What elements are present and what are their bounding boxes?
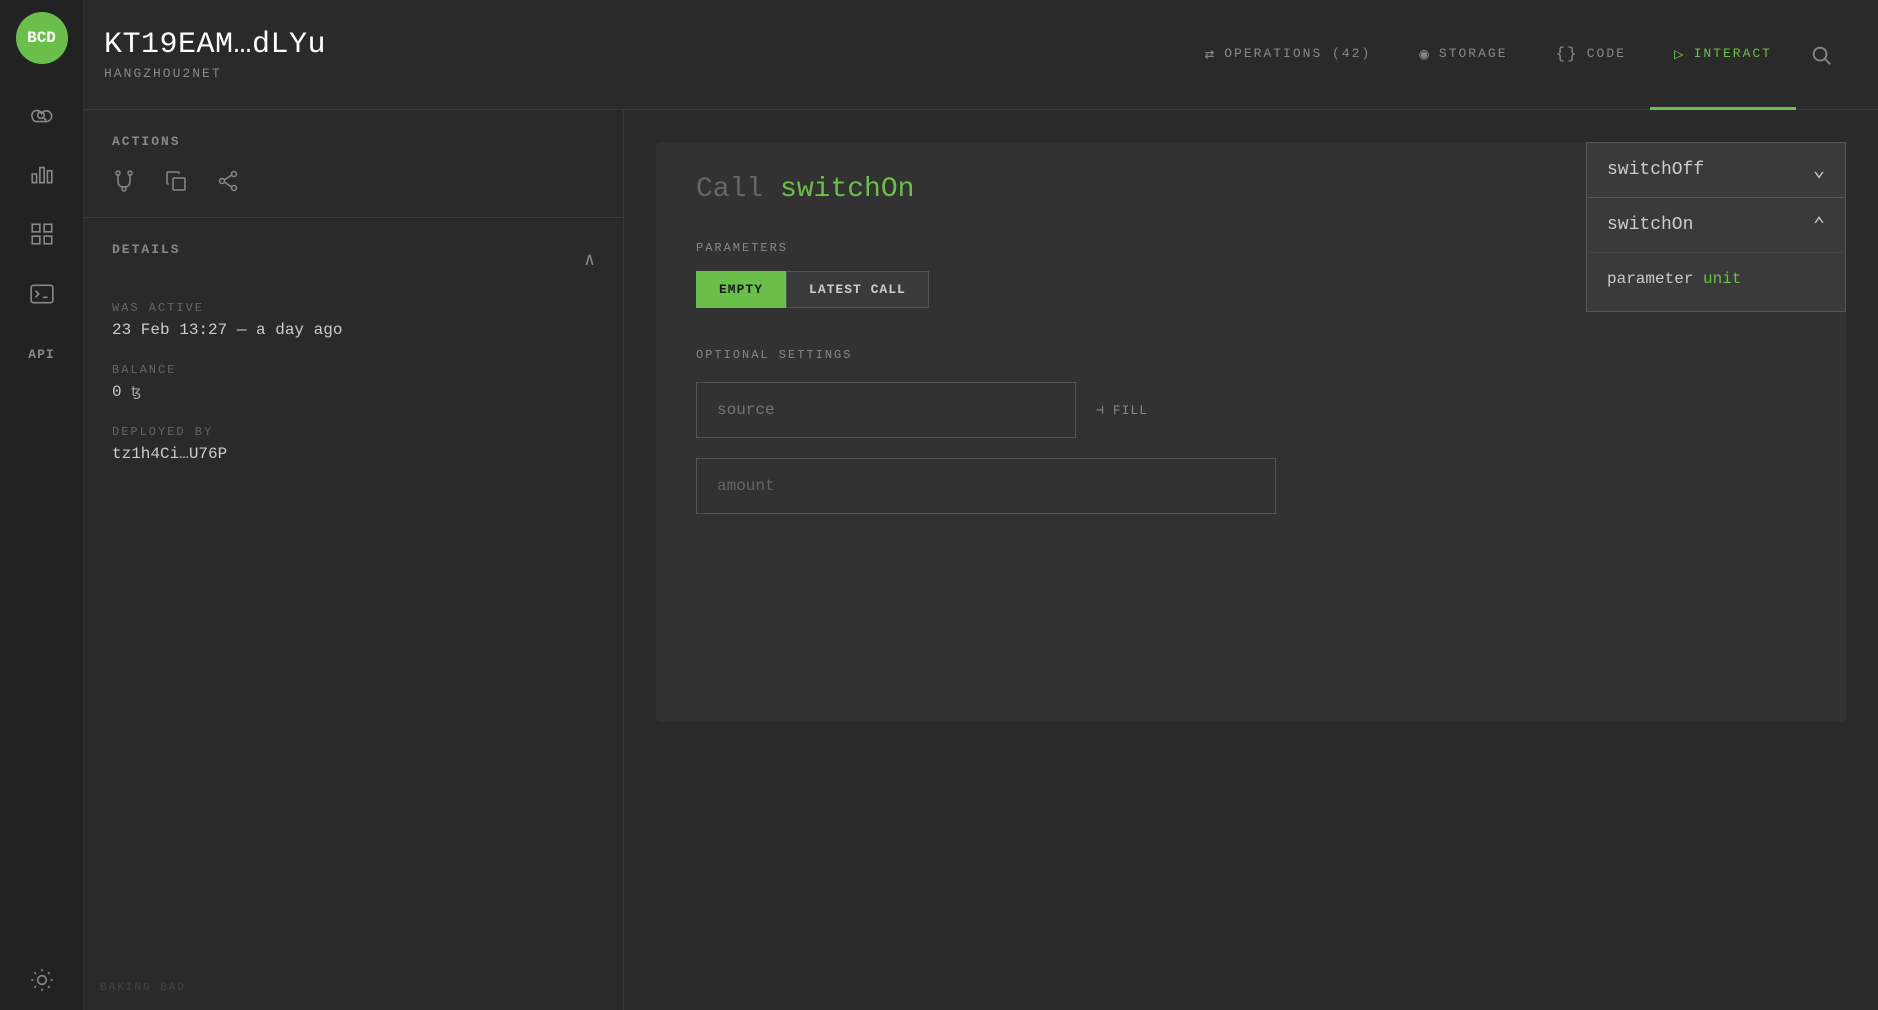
share-button[interactable] bbox=[216, 169, 240, 193]
deployed-by-value: tz1h4Ci…U76P bbox=[112, 445, 595, 463]
details-toggle[interactable]: ∧ bbox=[584, 249, 595, 271]
dropdown-menu: switchOn parameter unit bbox=[1586, 198, 1846, 312]
chevron-up-icon bbox=[1813, 212, 1825, 238]
tez-symbol: ꜩ bbox=[131, 385, 141, 401]
balance-label: BALANCE bbox=[112, 363, 595, 377]
left-panel: ACTIONS bbox=[84, 110, 624, 1010]
fork-button[interactable] bbox=[112, 169, 136, 193]
deployed-by-label: DEPLOYED BY bbox=[112, 425, 595, 439]
interact-icon: ▷ bbox=[1674, 44, 1686, 64]
sidebar-item-sun[interactable] bbox=[0, 950, 84, 1010]
was-active-value: 23 Feb 13:27 — a day ago bbox=[112, 321, 595, 339]
operations-icon: ⇄ bbox=[1205, 44, 1217, 64]
sidebar-item-cloud-search[interactable] bbox=[0, 84, 84, 144]
source-row: ⊣ FILL bbox=[696, 382, 1806, 438]
contract-title-area: KT19EAM…dLYu HANGZHOU2NET bbox=[104, 28, 564, 81]
method-dropdown: switchOff switchOn parameter unit bbox=[1586, 142, 1846, 312]
balance-value: 0 ꜩ bbox=[112, 383, 595, 401]
fill-button[interactable]: ⊣ FILL bbox=[1096, 403, 1148, 418]
topbar: KT19EAM…dLYu HANGZHOU2NET ⇄ OPERATIONS (… bbox=[84, 0, 1878, 110]
was-active-item: WAS ACTIVE 23 Feb 13:27 — a day ago bbox=[112, 301, 595, 339]
chevron-down-icon bbox=[1813, 157, 1825, 183]
source-input[interactable] bbox=[696, 382, 1076, 438]
deployed-by-item: DEPLOYED BY tz1h4Ci…U76P bbox=[112, 425, 595, 463]
optional-settings-label: OPTIONAL SETTINGS bbox=[696, 348, 1806, 362]
call-prefix: Call bbox=[696, 174, 763, 205]
topbar-nav: ⇄ OPERATIONS (42) ◉ STORAGE {} CODE ▷ IN… bbox=[564, 0, 1846, 109]
search-button[interactable] bbox=[1796, 0, 1846, 109]
branding: BAKING BAD bbox=[100, 982, 186, 994]
details-section: DETAILS ∧ WAS ACTIVE 23 Feb 13:27 — a da… bbox=[84, 218, 623, 511]
operations-nav[interactable]: ⇄ OPERATIONS (42) bbox=[1181, 1, 1396, 110]
dropdown-item-label: switchOn bbox=[1607, 215, 1693, 235]
latest-call-button[interactable]: LATEST CALL bbox=[786, 271, 929, 308]
avatar[interactable]: BCD bbox=[16, 12, 68, 64]
param-type: unit bbox=[1703, 270, 1741, 288]
sidebar-item-chart[interactable] bbox=[0, 144, 84, 204]
dropdown-menu-item[interactable]: switchOn bbox=[1587, 198, 1845, 253]
action-icons-row bbox=[112, 169, 595, 193]
actions-label: ACTIONS bbox=[112, 134, 595, 149]
code-nav[interactable]: {} CODE bbox=[1532, 1, 1650, 110]
contract-subtitle: HANGZHOU2NET bbox=[104, 66, 564, 81]
param-label: parameter bbox=[1607, 270, 1693, 288]
copy-button[interactable] bbox=[164, 169, 188, 193]
storage-nav[interactable]: ◉ STORAGE bbox=[1395, 1, 1531, 110]
details-header: DETAILS ∧ bbox=[112, 242, 595, 277]
dropdown-selected-label: switchOff bbox=[1607, 160, 1704, 180]
dropdown-param: parameter unit bbox=[1587, 253, 1845, 311]
sidebar-item-terminal[interactable] bbox=[0, 264, 84, 324]
fill-arrow-icon: ⊣ bbox=[1096, 403, 1105, 418]
amount-input[interactable] bbox=[696, 458, 1276, 514]
right-panel: switchOff switchOn parameter unit bbox=[624, 110, 1878, 1010]
actions-section: ACTIONS bbox=[84, 110, 623, 218]
details-label: DETAILS bbox=[112, 242, 181, 257]
sidebar: BCD API bbox=[0, 0, 84, 1010]
main-content: KT19EAM…dLYu HANGZHOU2NET ⇄ OPERATIONS (… bbox=[84, 0, 1878, 1010]
fill-label: FILL bbox=[1113, 403, 1148, 418]
contract-name: KT19EAM…dLYu bbox=[104, 28, 564, 62]
empty-button[interactable]: EMPTY bbox=[696, 271, 786, 308]
balance-item: BALANCE 0 ꜩ bbox=[112, 363, 595, 401]
content-area: ACTIONS bbox=[84, 110, 1878, 1010]
dropdown-selected[interactable]: switchOff bbox=[1586, 142, 1846, 198]
storage-icon: ◉ bbox=[1419, 44, 1431, 64]
was-active-label: WAS ACTIVE bbox=[112, 301, 595, 315]
code-icon: {} bbox=[1556, 45, 1579, 63]
sidebar-item-grid[interactable] bbox=[0, 204, 84, 264]
interact-nav[interactable]: ▷ INTERACT bbox=[1650, 1, 1796, 110]
amount-row bbox=[696, 458, 1806, 514]
sidebar-item-api[interactable]: API bbox=[0, 324, 84, 384]
method-name: switchOn bbox=[780, 174, 914, 205]
